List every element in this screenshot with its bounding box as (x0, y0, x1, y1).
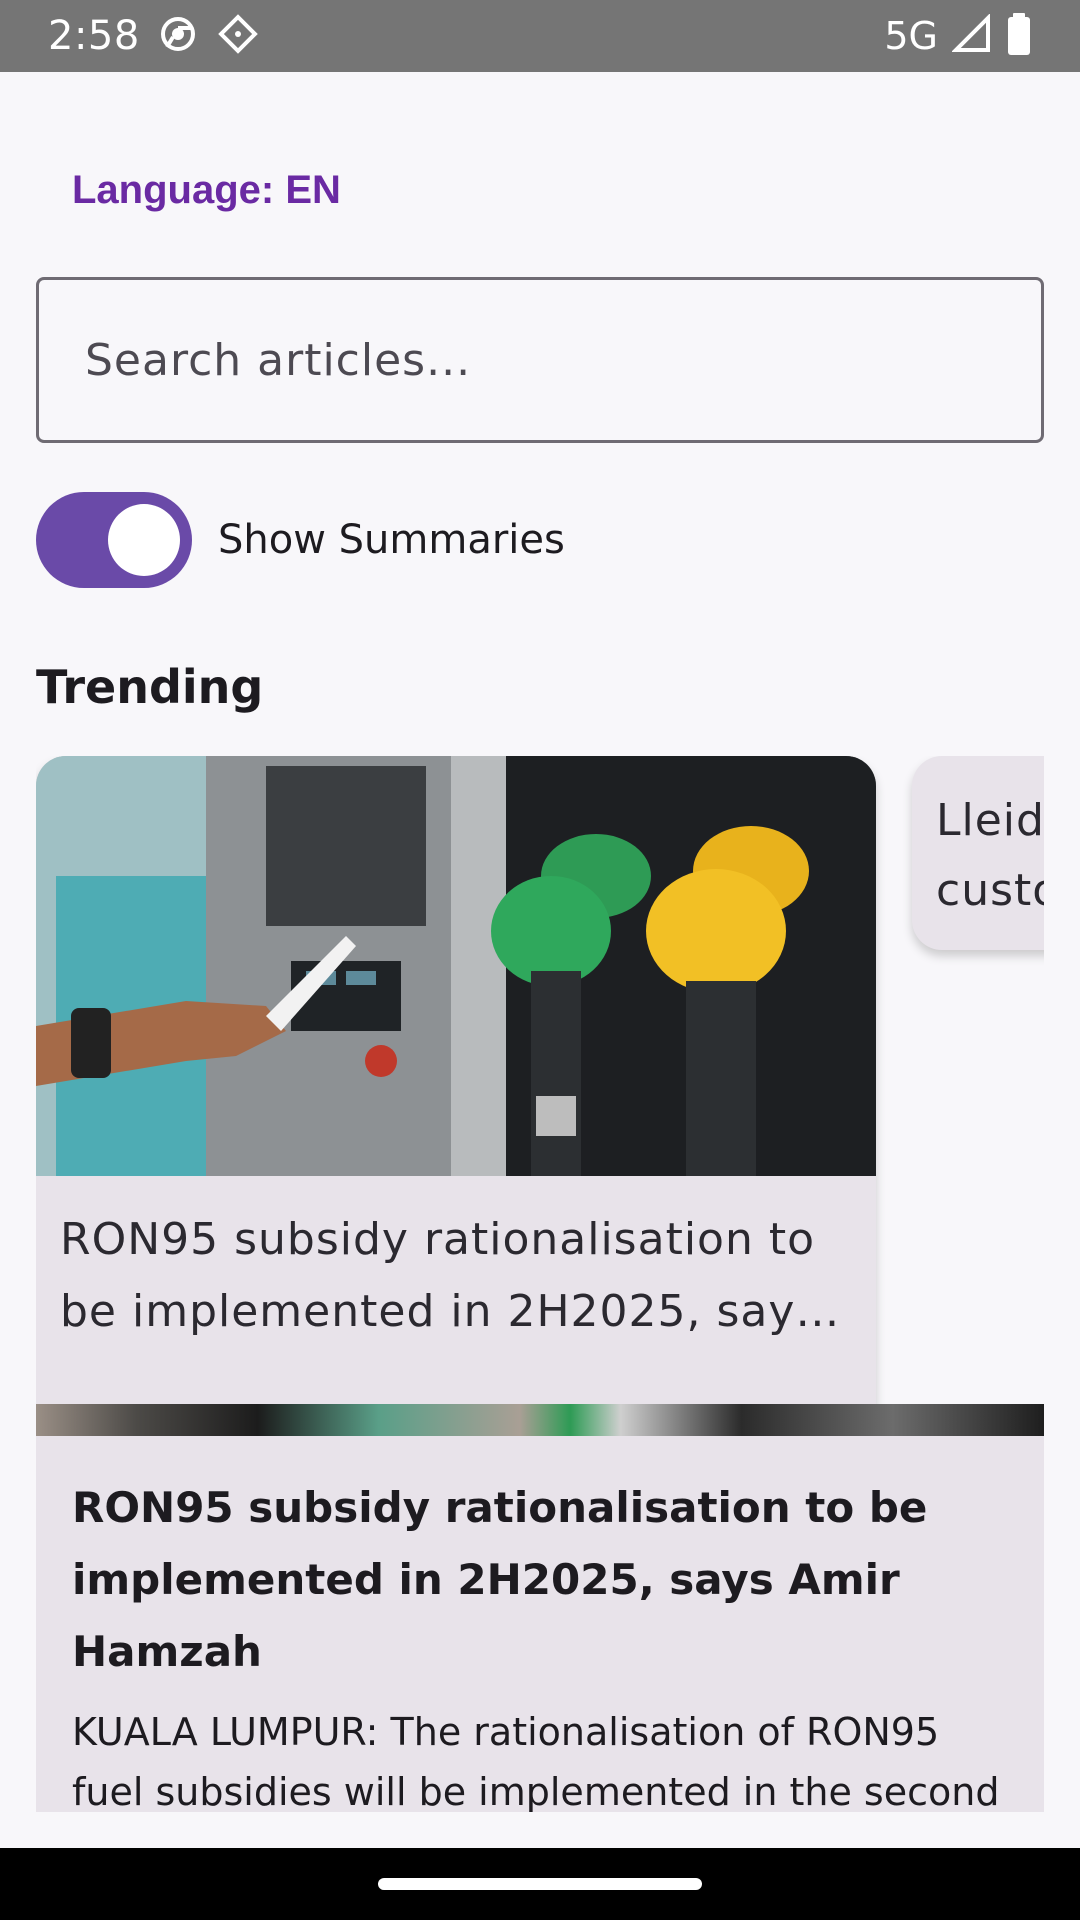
show-summaries-switch[interactable] (36, 492, 192, 588)
signal-icon (951, 12, 992, 59)
system-navigation-bar (0, 1848, 1080, 1920)
status-left: 2:58 (48, 12, 260, 61)
home-indicator[interactable] (378, 1878, 702, 1890)
network-type: 5G (884, 14, 938, 58)
trending-card-title-line: Lleid (936, 795, 1044, 846)
diamond-app-icon (216, 12, 260, 61)
show-summaries-label: Show Summaries (218, 517, 565, 563)
article-card[interactable]: RON95 subsidy rationalisation to be impl… (36, 1404, 1044, 1812)
status-bar: 2:58 5G (0, 0, 1080, 72)
search-input[interactable]: Search articles... (36, 277, 1044, 443)
trending-card-title: Lleid custo (936, 786, 1044, 926)
language-button[interactable]: Language: EN (50, 150, 363, 230)
battery-icon (1006, 12, 1032, 61)
trending-card[interactable]: Lleid custo (912, 756, 1044, 950)
article-thumbnail (36, 1404, 1044, 1436)
search-placeholder: Search articles... (85, 334, 472, 386)
switch-thumb (108, 504, 180, 576)
article-summary: KUALA LUMPUR: The rationalisation of RON… (72, 1710, 1000, 1812)
trending-card-title: RON95 subsidy rationalisation to be impl… (60, 1214, 820, 1337)
chrome-icon (158, 14, 198, 59)
trending-card[interactable]: RON95 subsidy rationalisation to be impl… (36, 756, 876, 1438)
status-right: 5G (884, 12, 1032, 61)
article-title: RON95 subsidy rationalisation to be impl… (72, 1483, 928, 1676)
trending-carousel[interactable]: RON95 subsidy rationalisation to be impl… (36, 756, 1044, 1456)
trending-heading: Trending (36, 660, 264, 714)
status-time: 2:58 (48, 13, 140, 59)
fuel-pump-photo (36, 756, 876, 1176)
summaries-toggle-row: Show Summaries (36, 492, 565, 588)
trending-card-title-line: custo (936, 865, 1044, 916)
app-content: Language: EN Search articles... Show Sum… (0, 72, 1080, 1812)
bottom-spacer (0, 1812, 1080, 1848)
